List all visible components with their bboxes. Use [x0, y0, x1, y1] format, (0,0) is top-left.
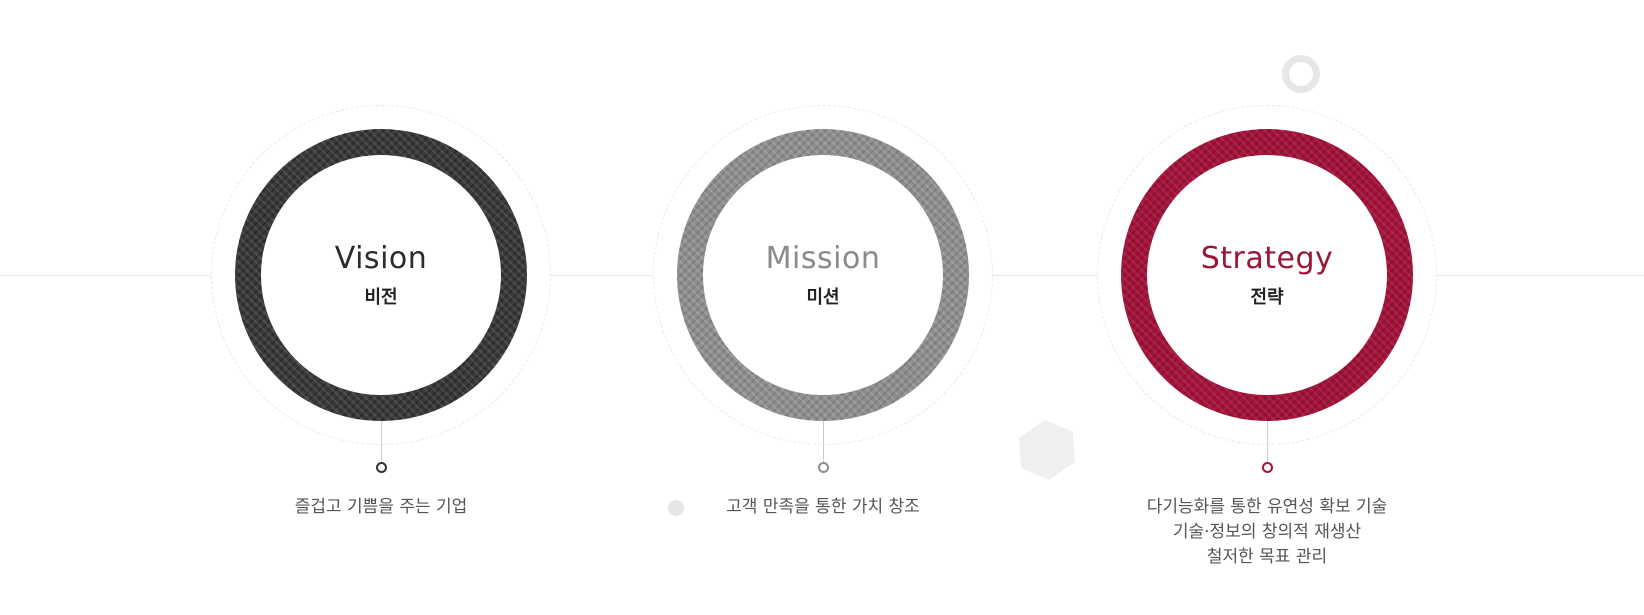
vision-subtitle: 비전	[364, 287, 398, 308]
vision-description: 즐겁고 기쁨을 주는 기업	[181, 495, 581, 520]
mission-description-line: 고객 만족을 통한 가치 창조	[726, 497, 920, 517]
strategy-title: Strategy	[1200, 241, 1334, 276]
strategy-subtitle: 전략	[1250, 287, 1284, 308]
mission-inner-circle: Mission 미션	[703, 155, 943, 395]
mission-description: 고객 만족을 통한 가치 창조	[623, 495, 1023, 520]
vision-ring: Vision 비전	[235, 129, 527, 421]
mission-ring: Mission 미션	[677, 129, 969, 421]
strategy-description: 다기능화를 통한 유연성 확보 기술 기술·정보의 창의적 재생산 철저한 목표…	[1067, 495, 1467, 570]
decorative-ring	[1282, 55, 1320, 93]
strategy-inner-circle: Strategy 전략	[1147, 155, 1387, 395]
vision-card: Vision 비전 즐겁고 기쁨을 주는 기업	[211, 105, 551, 555]
mission-stem-line	[823, 421, 824, 463]
strategy-marker-dot	[1262, 462, 1273, 473]
strategy-description-line: 기술·정보의 창의적 재생산	[1172, 522, 1362, 542]
mission-subtitle: 미션	[806, 287, 840, 308]
mission-marker-dot	[818, 462, 829, 473]
mission-title: Mission	[765, 241, 881, 276]
vision-description-line: 즐겁고 기쁨을 주는 기업	[294, 497, 468, 517]
strategy-description-line: 다기능화를 통한 유연성 확보 기술	[1146, 497, 1388, 517]
vision-inner-circle: Vision 비전	[261, 155, 501, 395]
vision-mission-strategy-section: Vision 비전 즐겁고 기쁨을 주는 기업 Mission 미션 고객 만족…	[0, 0, 1644, 615]
vision-title: Vision	[334, 241, 428, 276]
vision-marker-dot	[376, 462, 387, 473]
strategy-stem-line	[1267, 421, 1268, 463]
strategy-ring: Strategy 전략	[1121, 129, 1413, 421]
vision-stem-line	[381, 421, 382, 463]
mission-card: Mission 미션 고객 만족을 통한 가치 창조	[653, 105, 993, 555]
decorative-hexagon	[1019, 420, 1075, 480]
strategy-description-line: 철저한 목표 관리	[1206, 547, 1328, 567]
strategy-card: Strategy 전략 다기능화를 통한 유연성 확보 기술 기술·정보의 창의…	[1097, 105, 1437, 567]
